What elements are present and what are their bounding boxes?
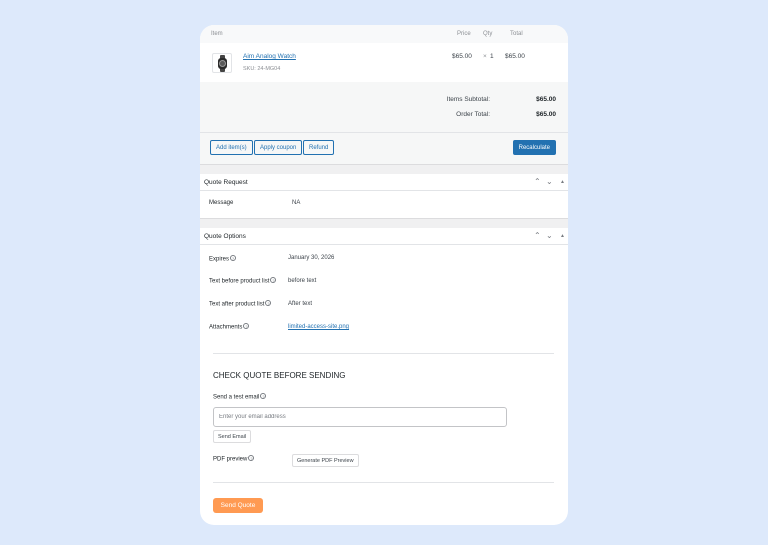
apply-coupon-button[interactable]: Apply coupon [254, 140, 303, 155]
help-icon[interactable]: ? [230, 255, 237, 261]
item-qty: 1 [490, 53, 494, 60]
send-quote-button[interactable]: Send Quote [213, 498, 263, 513]
header-price: Price [457, 31, 471, 37]
expires-value: January 30, 2026 [288, 255, 335, 261]
text-after-label: Text after product list? [209, 300, 272, 308]
check-quote-title: CHECK QUOTE BEFORE SENDING [213, 371, 346, 380]
help-icon[interactable]: ? [260, 393, 267, 399]
test-email-input[interactable] [213, 407, 507, 427]
text-before-value: before text [288, 278, 317, 284]
header-item: Item [211, 31, 223, 37]
chevron-up-icon[interactable]: ⌃ [534, 177, 541, 186]
refund-button[interactable]: Refund [303, 140, 335, 155]
help-icon[interactable]: ? [248, 455, 255, 461]
toggle-panel-icon[interactable]: ▲ [560, 179, 565, 185]
order-totals: Items Subtotal: $65.00 Order Total: $65.… [200, 82, 568, 132]
item-price: $65.00 [452, 53, 472, 60]
items-subtotal-label: Items Subtotal: [446, 96, 490, 103]
product-sku: SKU: 24-MG04 [243, 66, 281, 72]
help-icon[interactable]: ? [265, 300, 272, 306]
quote-request-panel-header[interactable]: Quote Request ⌃ ⌄ ▲ [200, 174, 568, 191]
section-divider [200, 218, 568, 228]
help-icon[interactable]: ? [243, 323, 250, 329]
items-subtotal-value: $65.00 [536, 96, 556, 103]
chevron-down-icon[interactable]: ⌄ [546, 231, 553, 240]
generate-pdf-button[interactable]: Generate PDF Preview [292, 454, 359, 467]
test-email-label: Send a test email? [213, 393, 267, 401]
product-thumbnail[interactable] [212, 53, 232, 73]
text-after-value: After text [288, 301, 313, 307]
section-divider [200, 164, 568, 174]
expires-label: Expires? [209, 255, 237, 263]
message-value: NA [292, 200, 301, 206]
order-total-value: $65.00 [536, 111, 556, 118]
chevron-up-icon[interactable]: ⌃ [534, 231, 541, 240]
toggle-panel-icon[interactable]: ▲ [560, 233, 565, 239]
watch-icon [219, 60, 226, 67]
header-qty: Qty [483, 31, 493, 37]
quote-options-panel-header[interactable]: Quote Options ⌃ ⌄ ▲ [200, 228, 568, 245]
items-table-header: Item Price Qty Total [200, 25, 568, 43]
recalculate-button[interactable]: Recalculate [512, 140, 556, 155]
add-items-button[interactable]: Add item(s) [210, 140, 253, 155]
text-before-label: Text before product list? [209, 277, 277, 285]
send-email-button[interactable]: Send Email [213, 430, 252, 443]
attachment-link[interactable]: limited-access-site.png [288, 324, 349, 330]
divider [213, 353, 554, 354]
order-total-label: Order Total: [456, 111, 490, 118]
qty-multiplier: × [483, 53, 487, 60]
divider [213, 482, 554, 483]
panel-title: Quote Request [204, 179, 248, 186]
item-total: $65.00 [505, 53, 525, 60]
pdf-preview-label: PDF preview? [213, 455, 255, 463]
message-label: Message [209, 200, 234, 206]
order-card: Item Price Qty Total Aim Analog Watch SK… [200, 25, 568, 525]
chevron-down-icon[interactable]: ⌄ [546, 177, 553, 186]
panel-title: Quote Options [204, 233, 246, 240]
attachments-label: Attachments? [209, 323, 250, 331]
header-total: Total [510, 31, 523, 37]
help-icon[interactable]: ? [270, 277, 277, 283]
product-name-link[interactable]: Aim Analog Watch [243, 53, 296, 60]
